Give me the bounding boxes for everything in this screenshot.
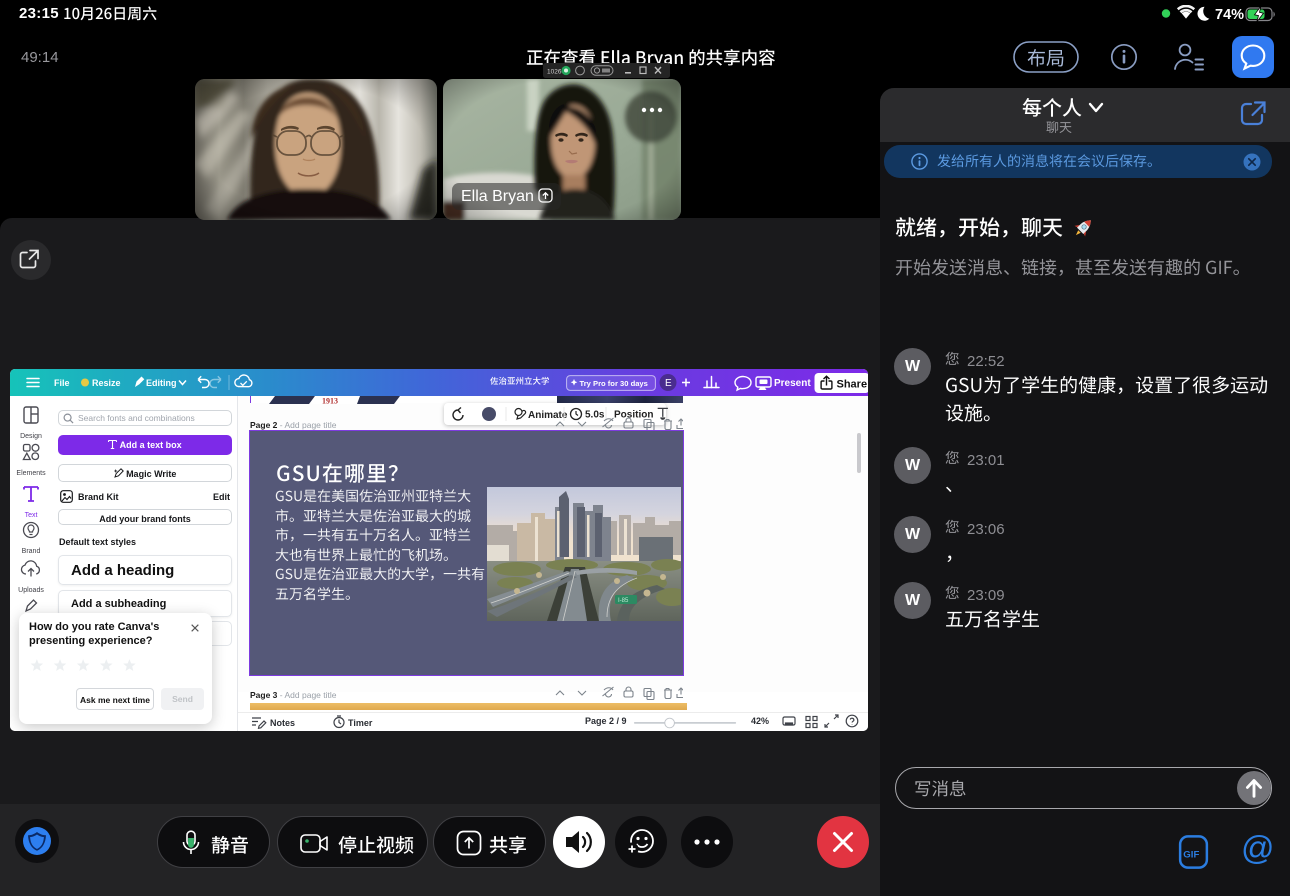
- svg-text:Text: Text: [25, 512, 38, 519]
- svg-text:Resize: Resize: [92, 378, 121, 388]
- svg-text:Editing: Editing: [146, 378, 177, 388]
- svg-text:Notes: Notes: [270, 718, 295, 728]
- svg-text:Brand: Brand: [22, 548, 41, 555]
- svg-text:Uploads: Uploads: [18, 587, 44, 594]
- svg-text:1913: 1913: [322, 397, 338, 405]
- svg-text:File: File: [54, 378, 70, 388]
- svg-text:I-85: I-85: [618, 598, 629, 604]
- svg-text:Try Pro for 30 days: Try Pro for 30 days: [580, 379, 648, 388]
- svg-text:GIF: GIF: [1183, 850, 1199, 861]
- svg-text:Share: Share: [837, 378, 868, 390]
- svg-text:E: E: [665, 378, 672, 389]
- svg-text:Design: Design: [20, 433, 42, 440]
- svg-text:1026: 1026: [547, 69, 562, 76]
- svg-text:74%: 74%: [1215, 7, 1244, 23]
- svg-text:Timer: Timer: [348, 718, 373, 728]
- svg-text:Elements: Elements: [16, 470, 46, 477]
- svg-text:Present: Present: [774, 378, 811, 389]
